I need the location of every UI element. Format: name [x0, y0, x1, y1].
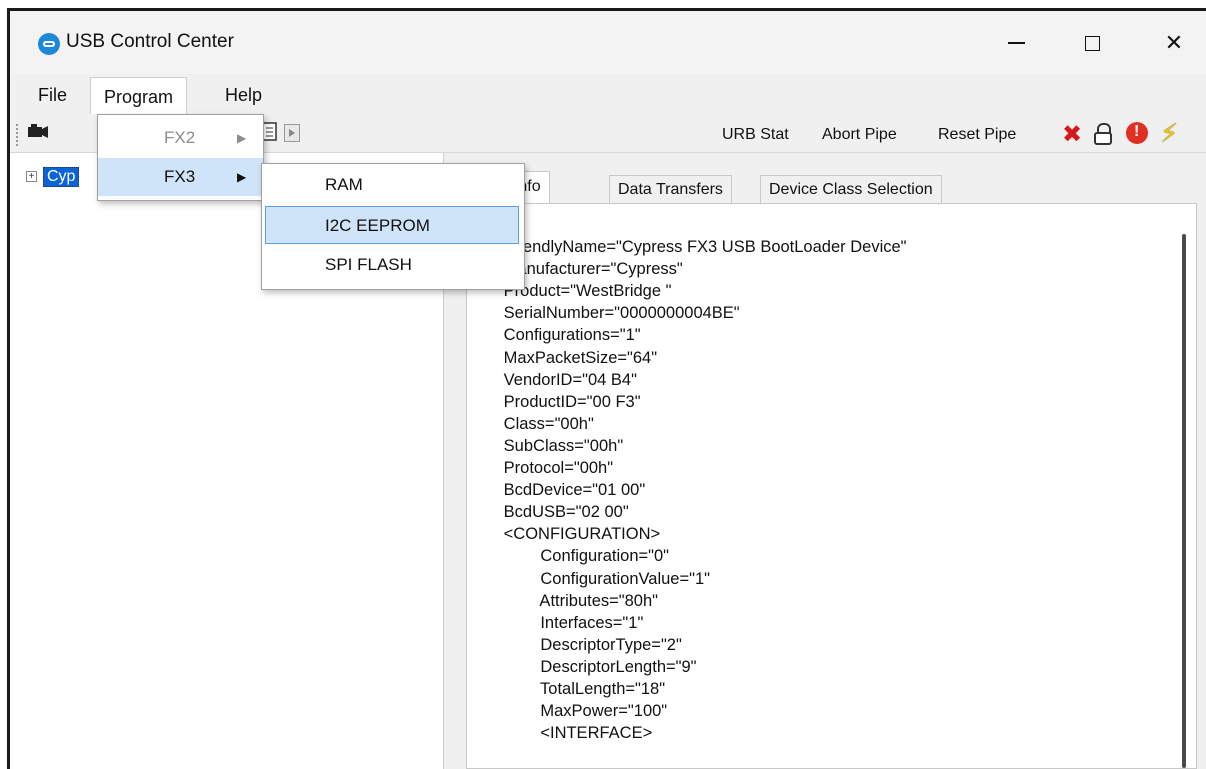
fx3-menu-i2c-eeprom-label: I2C EEPROM [325, 216, 430, 235]
descriptor-line: Class="00h" [467, 414, 594, 433]
submenu-arrow-icon: ▶ [237, 131, 247, 145]
descriptor-line: Product="WestBridge " [467, 282, 672, 301]
descriptor-line: VendorID="04 B4" [467, 370, 637, 389]
play-icon[interactable] [284, 124, 300, 142]
menu-program[interactable]: Program [90, 77, 188, 115]
maximize-icon [1084, 35, 1100, 51]
camera-icon[interactable] [27, 122, 49, 145]
urb-stat-button[interactable]: URB Stat [722, 126, 789, 144]
descriptor-line: Attributes="80h" [467, 591, 659, 610]
details-pane: riptor Info Data Transfers Device Class … [444, 153, 1206, 769]
vertical-scrollbar[interactable] [1182, 234, 1186, 768]
submenu-arrow-icon: ▶ [237, 170, 247, 184]
descriptor-line: VICE> [467, 214, 1166, 236]
lightning-icon[interactable]: ⚡ [1160, 118, 1178, 149]
program-menu-fx3[interactable]: FX3 ▶ [98, 158, 263, 196]
program-menu-fx3-label: FX3 [164, 167, 196, 186]
descriptor-line: DescriptorLength="9" [467, 657, 697, 676]
tab-data-transfers[interactable]: Data Transfers [609, 175, 732, 203]
fx3-menu-ram[interactable]: RAM [265, 166, 519, 204]
descriptor-line: <CONFIGURATION> [467, 525, 661, 544]
descriptor-line: <INTERFACE> [467, 724, 653, 743]
stop-x-icon[interactable]: ✖ [1062, 120, 1082, 149]
descriptor-line: Configuration="0" [467, 547, 670, 566]
program-menu-fx2-label: FX2 [164, 128, 196, 147]
descriptor-panel: VICE> FriendlyName="Cypress FX3 USB Boot… [466, 203, 1197, 769]
lock-icon[interactable] [1093, 123, 1113, 145]
tree-item-device[interactable]: Cyp [43, 167, 80, 187]
fx3-menu-spi-flash[interactable]: SPI FLASH [265, 246, 519, 284]
descriptor-line: DescriptorType="2" [467, 635, 682, 654]
app-window: USB Control Center ✕ File Program Help U… [7, 8, 1206, 769]
descriptor-line: SubClass="00h" [467, 436, 624, 455]
fx3-menu-ram-label: RAM [325, 175, 363, 194]
menu-file[interactable]: File [30, 80, 75, 110]
close-icon: ✕ [1164, 30, 1184, 55]
descriptor-line: Manufacturer="Cypress" [467, 260, 683, 279]
descriptor-line: SerialNumber="0000000004BE" [467, 304, 740, 323]
tab-strip: riptor Info Data Transfers Device Class … [444, 171, 1206, 203]
menu-bar: File Program Help [10, 74, 1206, 115]
menu-help[interactable]: Help [217, 80, 270, 110]
script-icon[interactable] [262, 122, 278, 147]
program-menu: FX2 ▶ FX3 ▶ [97, 114, 264, 201]
descriptor-line: TotalLength="18" [467, 679, 666, 698]
window-title: USB Control Center [66, 31, 234, 52]
minimize-icon [1007, 42, 1025, 44]
descriptor-line: ConfigurationValue="1" [467, 569, 710, 588]
close-button[interactable]: ✕ [1150, 23, 1198, 63]
descriptor-text: VICE> FriendlyName="Cypress FX3 USB Boot… [467, 214, 1166, 768]
tree-expand-icon[interactable]: + [26, 171, 37, 182]
descriptor-line: MaxPacketSize="64" [467, 348, 658, 367]
reset-pipe-button[interactable]: Reset Pipe [938, 126, 1016, 144]
toolbar-grip[interactable] [16, 124, 21, 146]
fx3-menu-i2c-eeprom[interactable]: I2C EEPROM [265, 206, 519, 244]
descriptor-line: BcdUSB="02 00" [467, 503, 629, 522]
abort-pipe-button[interactable]: Abort Pipe [822, 126, 897, 144]
maximize-button[interactable] [1068, 23, 1116, 63]
fx3-submenu: RAM I2C EEPROM SPI FLASH [261, 163, 525, 290]
reset-icon[interactable] [1126, 122, 1148, 144]
descriptor-line: Interfaces="1" [467, 613, 644, 632]
minimize-button[interactable] [992, 23, 1040, 63]
title-bar[interactable]: USB Control Center ✕ [10, 11, 1206, 74]
program-menu-fx2[interactable]: FX2 ▶ [98, 119, 263, 157]
tab-device-class-selection[interactable]: Device Class Selection [760, 175, 942, 203]
descriptor-line: MaxPower="100" [467, 702, 668, 721]
descriptor-line: Configurations="1" [467, 326, 641, 345]
fx3-menu-spi-flash-label: SPI FLASH [325, 255, 412, 274]
descriptor-line: Protocol="00h" [467, 459, 614, 478]
descriptor-line: ProductID="00 F3" [467, 392, 641, 411]
descriptor-line: BcdDevice="01 00" [467, 481, 646, 500]
descriptor-line: FriendlyName="Cypress FX3 USB BootLoader… [467, 238, 907, 257]
usb-app-icon [38, 33, 60, 55]
